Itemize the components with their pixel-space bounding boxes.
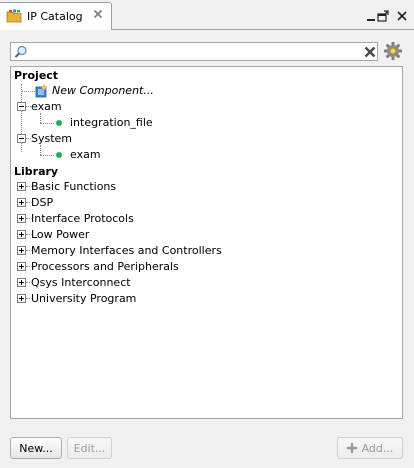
collapse-exam-icon[interactable]: [17, 102, 26, 111]
status-dot-icon: [56, 120, 62, 126]
library-item-qsys-interconnect[interactable]: Qsys Interconnect: [31, 276, 131, 289]
tree-connector: [26, 298, 30, 299]
tree-connector: [26, 250, 30, 251]
detach-window-icon[interactable]: [377, 10, 389, 22]
expand-icon[interactable]: [17, 182, 26, 191]
tree-connector: [26, 234, 30, 235]
search-input[interactable]: [31, 44, 351, 59]
minimize-icon[interactable]: [365, 10, 377, 22]
library-section-header: Library: [14, 165, 59, 178]
new-component-item[interactable]: New Component...: [52, 84, 154, 97]
tab-bar-divider: [112, 29, 414, 30]
status-dot-icon: [56, 152, 62, 158]
tree-item-system-exam[interactable]: exam: [70, 148, 101, 161]
tab-ip-catalog[interactable]: IP Catalog: [0, 2, 112, 30]
library-item-memory-interfaces[interactable]: Memory Interfaces and Controllers: [31, 244, 222, 257]
library-item-interface-protocols[interactable]: Interface Protocols: [31, 212, 134, 225]
tree-connector: [40, 145, 41, 155]
library-item-basic-functions[interactable]: Basic Functions: [31, 180, 116, 193]
new-component-icon: [35, 84, 48, 98]
tree-node-exam[interactable]: exam: [31, 100, 62, 113]
tree-connector: [26, 282, 30, 283]
gear-icon[interactable]: [383, 41, 403, 61]
tree-connector: [26, 218, 30, 219]
library-item-university-program[interactable]: University Program: [31, 292, 136, 305]
expand-icon[interactable]: [17, 214, 26, 223]
expand-icon[interactable]: [17, 198, 26, 207]
search-icon: [14, 45, 27, 58]
library-item-dsp[interactable]: DSP: [31, 196, 53, 209]
add-button-label: Add...: [361, 441, 394, 455]
tree-connector: [26, 202, 30, 203]
add-button[interactable]: Add...: [337, 437, 403, 459]
clear-search-icon[interactable]: [364, 46, 376, 58]
ip-catalog-tree[interactable]: Project New Component... exam integratio…: [10, 66, 403, 419]
collapse-system-icon[interactable]: [17, 134, 26, 143]
edit-button[interactable]: Edit...: [67, 437, 112, 459]
close-window-icon[interactable]: [396, 10, 408, 22]
project-section-header: Project: [14, 69, 59, 82]
view-tab-bar: IP Catalog: [0, 0, 414, 30]
tree-connector: [40, 113, 41, 123]
expand-icon[interactable]: [17, 246, 26, 255]
library-item-low-power[interactable]: Low Power: [31, 228, 89, 241]
tree-connector: [26, 186, 30, 187]
search-box[interactable]: [10, 42, 378, 61]
expand-icon[interactable]: [17, 230, 26, 239]
expand-icon[interactable]: [17, 278, 26, 287]
tree-item-integration-file[interactable]: integration_file: [70, 116, 153, 129]
library-item-processors[interactable]: Processors and Peripherals: [31, 260, 179, 273]
close-tab-icon[interactable]: [93, 9, 103, 19]
add-icon: [346, 443, 357, 453]
tree-node-system[interactable]: System: [31, 132, 72, 145]
expand-icon[interactable]: [17, 294, 26, 303]
tree-connector: [40, 123, 54, 124]
catalog-folder-icon: [6, 9, 22, 23]
tree-connector: [22, 91, 35, 92]
new-button[interactable]: New...: [10, 437, 62, 459]
tree-connector: [40, 155, 54, 156]
expand-icon[interactable]: [17, 262, 26, 271]
tab-title: IP Catalog: [27, 10, 83, 23]
tree-connector: [26, 266, 30, 267]
